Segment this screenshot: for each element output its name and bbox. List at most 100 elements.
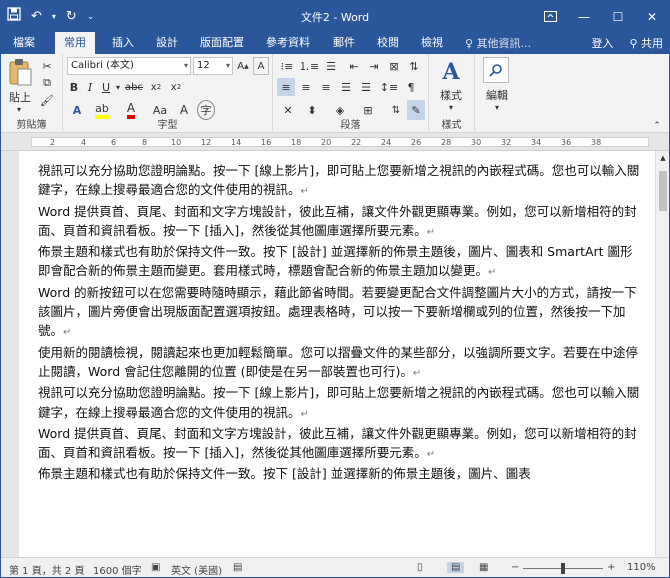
multilevel-list-icon[interactable]: ☰ (321, 57, 341, 75)
ruler-number: 32 (501, 138, 512, 147)
show-marks-icon[interactable]: ¶ (401, 78, 421, 96)
clear-format-icon[interactable]: A (253, 57, 269, 75)
tab-home[interactable]: 常用 (55, 32, 95, 54)
vertical-scrollbar[interactable]: ▲ (655, 151, 669, 557)
align-left-icon[interactable]: ≡ (277, 78, 295, 96)
decrease-indent-icon[interactable]: ⇤ (345, 57, 363, 75)
window-controls: — ☐ ✕ (533, 1, 669, 32)
font-size-combo[interactable]: 12 ▾ (193, 57, 233, 75)
line-spacing-icon[interactable]: ↕≡ (379, 78, 399, 96)
document-page[interactable]: 視訊可以充分協助您證明論點。按一下 [線上影片]，即可貼上您要新增之視訊的內嵌程… (19, 151, 656, 557)
numbering-icon[interactable]: ⒈≡ (299, 57, 319, 75)
search-icon[interactable] (483, 57, 509, 83)
underline-icon[interactable]: U (99, 78, 113, 96)
underline-dropdown-icon[interactable]: ▾ (114, 78, 122, 96)
tab-view[interactable]: 檢視 (421, 35, 443, 51)
superscript-icon[interactable]: x2 (167, 78, 185, 96)
distributed-icon[interactable]: ☰ (357, 78, 375, 96)
proofing-icon[interactable]: ▣ (151, 562, 160, 573)
styles-dropdown-icon[interactable]: ▾ (445, 102, 457, 112)
ribbon-display-options-icon[interactable] (533, 1, 567, 32)
strikethrough-icon[interactable]: abc (123, 78, 145, 96)
language-indicator[interactable]: 英文 (美國) (171, 562, 222, 577)
paragraph[interactable]: Word 的新按鈕可以在您需要時隨時顯示，藉此節省時間。若要變更配合文件調整圖片… (38, 283, 643, 343)
bold-icon[interactable]: B (67, 78, 81, 96)
paragraph[interactable]: 佈景主題和樣式也有助於保持文件一致。按下 [設計] 並選擇新的佈景主題後，圖片、… (38, 464, 643, 483)
read-mode-icon[interactable]: ▯ (417, 562, 423, 573)
tab-review[interactable]: 校閱 (377, 35, 399, 51)
chinese-layout-icon[interactable]: ⊠ (385, 57, 403, 75)
web-layout-icon[interactable]: ▦ (479, 562, 488, 573)
tab-layout[interactable]: 版面配置 (200, 35, 244, 51)
share-button[interactable]: ⚲ 共用 (629, 35, 663, 51)
print-layout-icon[interactable]: ▤ (447, 562, 465, 573)
zoom-out-icon[interactable]: − (511, 562, 519, 573)
paste-dropdown-icon[interactable]: ▾ (12, 104, 26, 114)
paste-label[interactable]: 貼上 (6, 90, 34, 104)
scroll-up-icon[interactable]: ▲ (658, 153, 668, 163)
ruler-number: 2 (50, 138, 56, 147)
document-body[interactable]: 視訊可以充分協助您證明論點。按一下 [線上影片]，即可貼上您要新增之視訊的內嵌程… (38, 161, 643, 484)
collapse-ribbon-icon[interactable]: ⌃ (651, 120, 663, 132)
horizontal-ruler[interactable]: 2 4 6 8 10 12 14 16 18 20 22 24 26 28 30… (1, 133, 669, 151)
close-icon[interactable]: ✕ (635, 1, 669, 32)
tab-file[interactable]: 檔案 (13, 35, 35, 51)
paragraph[interactable]: 視訊可以充分協助您證明論點。按一下 [線上影片]，即可貼上您要新增之視訊的內嵌程… (38, 161, 643, 202)
subscript-icon[interactable]: x2 (147, 78, 165, 96)
paragraph-mark: ↵ (412, 367, 422, 379)
lightbulb-icon: ♀ (465, 37, 477, 50)
paragraph[interactable]: 視訊可以充分協助您證明論點。按一下 [線上影片]，即可貼上您要新增之視訊的內嵌程… (38, 383, 643, 424)
tab-references[interactable]: 參考資料 (266, 35, 310, 51)
minimize-icon[interactable]: — (567, 1, 601, 32)
word-count[interactable]: 1600 個字 (93, 562, 142, 577)
tell-me-box[interactable]: ♀ 其他資訊... (465, 35, 531, 51)
paragraph-text: Word 提供頁首、頁尾、封面和文字方塊設計，彼此互補，讓文件外觀更顯專業。例如… (38, 203, 637, 238)
zoom-level[interactable]: 110% (627, 562, 656, 573)
sort-icon[interactable]: ⇅ (405, 57, 423, 75)
font-group: Calibri (本文) ▾ 12 ▾ A ▲ A B I U ▾ abc x2 x2… (63, 54, 273, 133)
editing-button-label[interactable]: 編輯 (479, 88, 515, 102)
font-name-combo[interactable]: Calibri (本文) ▾ (67, 57, 191, 75)
scroll-thumb[interactable] (659, 171, 667, 211)
grow-font-icon[interactable]: A ▲ (235, 57, 251, 75)
macro-record-icon[interactable]: ▤ (233, 562, 242, 573)
sign-in-link[interactable]: 登入 (591, 35, 613, 51)
increase-indent-icon[interactable]: ⇥ (365, 57, 383, 75)
page-count[interactable]: 第 1 頁，共 2 頁 (9, 562, 84, 577)
align-center-icon[interactable]: ≡ (297, 78, 315, 96)
copy-icon[interactable]: ⧉ (39, 75, 55, 91)
ruler-number: 18 (291, 138, 302, 147)
paragraph-mark: ↵ (300, 186, 309, 198)
editing-group: 編輯 ▾ (475, 54, 519, 133)
font-size-dropdown-icon[interactable]: ▾ (226, 58, 230, 74)
font-name-dropdown-icon[interactable]: ▾ (184, 58, 188, 74)
bullets-icon[interactable]: ⁝≡ (277, 57, 297, 75)
italic-icon[interactable]: I (83, 78, 97, 96)
styles-icon[interactable]: A (437, 57, 465, 87)
paragraph[interactable]: Word 提供頁首、頁尾、封面和文字方塊設計，彼此互補，讓文件外觀更顯專業。例如… (38, 202, 643, 243)
paragraph-mark: ↵ (488, 267, 497, 279)
justify-icon[interactable]: ☰ (337, 78, 355, 96)
maximize-icon[interactable]: ☐ (601, 1, 635, 32)
paste-icon[interactable] (5, 58, 35, 88)
tab-mailings[interactable]: 郵件 (333, 35, 355, 51)
ruler-number: 14 (231, 138, 242, 147)
editing-dropdown-icon[interactable]: ▾ (491, 102, 503, 112)
ruler-number: 8 (142, 138, 148, 147)
zoom-slider-thumb[interactable] (561, 563, 565, 574)
styles-button-label[interactable]: 樣式 (433, 88, 469, 102)
tab-design[interactable]: 設計 (156, 35, 178, 51)
paragraph[interactable]: 佈景主題和樣式也有助於保持文件一致。按下 [設計] 並選擇新的佈景主題後，圖片、… (38, 242, 643, 283)
format-painter-icon[interactable]: 🖌 (39, 92, 55, 108)
paragraph[interactable]: Word 提供頁首、頁尾、封面和文字方塊設計，彼此互補，讓文件外觀更顯專業。例如… (38, 424, 643, 465)
cut-icon[interactable]: ✂ (39, 58, 55, 74)
align-right-icon[interactable]: ≡ (317, 78, 335, 96)
tab-insert[interactable]: 插入 (112, 35, 134, 51)
paragraph-text: 視訊可以充分協助您證明論點。按一下 [線上影片]，即可貼上您要新增之視訊的內嵌程… (38, 163, 640, 198)
document-area: 視訊可以充分協助您證明論點。按一下 [線上影片]，即可貼上您要新增之視訊的內嵌程… (1, 151, 669, 557)
paragraph-text: 使用新的閱讀檢視，閱讀起來也更加輕鬆簡單。您可以摺疊文件的某些部分，以強調所要文… (38, 344, 639, 379)
styles-group: A 樣式 ▾ 樣式 (429, 54, 475, 133)
ruler-number: 4 (81, 138, 87, 147)
zoom-in-icon[interactable]: + (607, 562, 615, 573)
paragraph[interactable]: 使用新的閱讀檢視，閱讀起來也更加輕鬆簡單。您可以摺疊文件的某些部分，以強調所要文… (38, 343, 643, 384)
